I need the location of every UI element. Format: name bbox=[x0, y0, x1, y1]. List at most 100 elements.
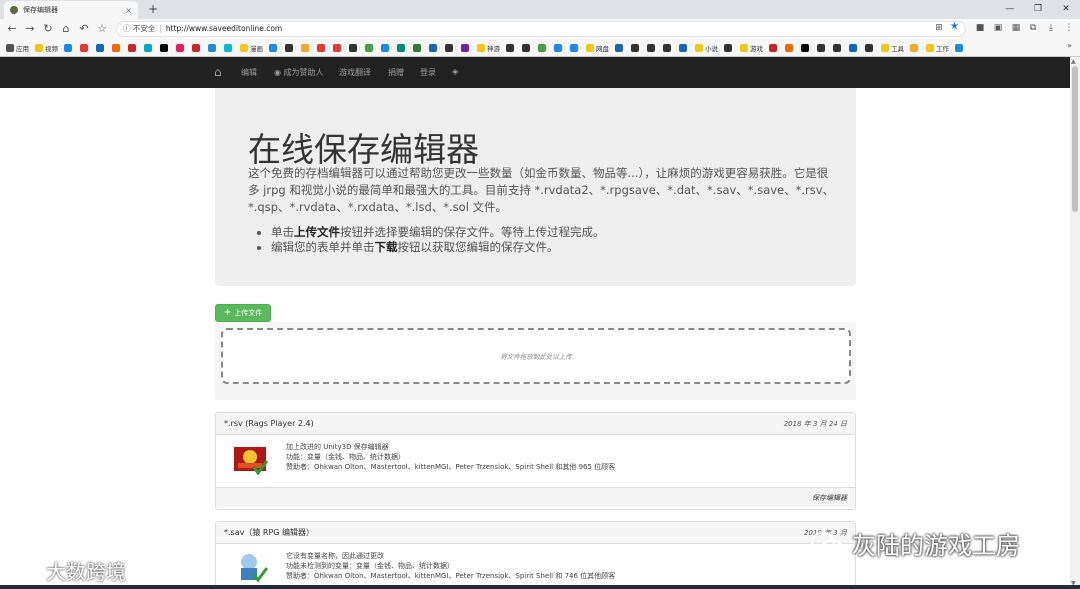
bookmark-item[interactable] bbox=[506, 43, 516, 52]
bookmark-item[interactable] bbox=[631, 43, 641, 52]
bookmark-item[interactable] bbox=[112, 43, 122, 52]
bookmark-item[interactable] bbox=[413, 43, 423, 52]
bookmark-item[interactable] bbox=[333, 43, 343, 52]
maximize-button[interactable]: ❐ bbox=[1024, 0, 1052, 19]
bookmark-item[interactable] bbox=[865, 43, 875, 52]
crop-icon[interactable]: ⧉ bbox=[1028, 23, 1038, 33]
scrollbar-thumb[interactable] bbox=[1072, 66, 1078, 212]
bookmark-favicon-icon bbox=[679, 43, 687, 52]
bookmark-item[interactable] bbox=[833, 43, 843, 52]
bookmark-item[interactable]: 神游 bbox=[477, 43, 500, 53]
bookmark-favicon-icon bbox=[833, 43, 841, 52]
bookmark-star-icon[interactable]: ☆ bbox=[94, 21, 110, 37]
eye-icon[interactable]: ◈ bbox=[452, 67, 458, 76]
menu-kebab-icon[interactable]: ⋮ bbox=[1064, 23, 1074, 33]
bookmark-item[interactable] bbox=[910, 43, 920, 52]
extension-icon[interactable]: ▦ bbox=[1011, 23, 1021, 33]
undo-icon[interactable]: ↶ bbox=[76, 21, 92, 37]
reload-icon[interactable]: ↻ bbox=[40, 21, 56, 37]
nav-link-translate[interactable]: 游戏翻译 bbox=[339, 67, 371, 78]
tab-close-icon[interactable]: × bbox=[125, 6, 132, 15]
panel-header: *.rsv (Rags Player 2.4) 2018 年 3 月 24 日 bbox=[216, 413, 855, 435]
bookmark-favicon-icon bbox=[112, 43, 120, 52]
bookmark-item[interactable] bbox=[224, 43, 234, 52]
bookmark-item[interactable] bbox=[96, 43, 106, 52]
extension-icon[interactable]: ▣ bbox=[993, 23, 1003, 33]
bookmark-item[interactable] bbox=[349, 43, 359, 52]
translate-icon[interactable]: ⊞ bbox=[934, 23, 944, 33]
bookmark-item[interactable]: 游戏 bbox=[740, 43, 763, 53]
nav-link-login[interactable]: 登录 bbox=[420, 67, 436, 78]
bookmark-item[interactable] bbox=[144, 43, 154, 52]
bookmark-item[interactable] bbox=[785, 43, 795, 52]
bookmark-item[interactable]: 小说 bbox=[695, 43, 718, 53]
browser-tab[interactable]: 保存编辑器 × bbox=[4, 1, 138, 19]
bookmark-item[interactable] bbox=[208, 43, 218, 52]
home-icon[interactable]: ⌂ bbox=[214, 65, 222, 79]
bookmark-item[interactable]: 应用 bbox=[6, 43, 29, 53]
bookmark-item[interactable]: 网盘 bbox=[586, 43, 609, 53]
bookmark-item[interactable] bbox=[554, 43, 564, 52]
save-editor-link[interactable]: 保存编辑器 bbox=[216, 487, 855, 507]
close-window-button[interactable]: ✕ bbox=[1052, 0, 1080, 19]
scroll-up-icon[interactable]: ▲ bbox=[1071, 58, 1076, 65]
page-title: 在线保存编辑器 bbox=[248, 130, 479, 169]
new-tab-button[interactable]: + bbox=[145, 1, 161, 17]
nav-link-edit[interactable]: 编辑 bbox=[241, 67, 257, 78]
bookmark-item[interactable] bbox=[647, 43, 657, 52]
bookmark-item[interactable] bbox=[301, 43, 311, 52]
back-arrow-icon[interactable]: ← bbox=[4, 21, 20, 37]
bookmark-item[interactable] bbox=[176, 43, 186, 52]
bookmark-item[interactable]: 工作 bbox=[926, 43, 949, 53]
bookmark-item[interactable] bbox=[365, 43, 375, 52]
download-icon[interactable]: ⤓ bbox=[1046, 23, 1056, 33]
folder-icon bbox=[6, 43, 14, 52]
bookmark-item[interactable] bbox=[849, 43, 859, 52]
bookmark-item[interactable] bbox=[397, 43, 407, 52]
bookmarks-more-icon[interactable]: » bbox=[1067, 41, 1072, 50]
bookmarked-star-icon[interactable]: ★ bbox=[950, 21, 959, 32]
bookmark-item[interactable]: 视频 bbox=[35, 43, 58, 53]
bookmark-item[interactable] bbox=[317, 43, 327, 52]
minimize-button[interactable]: — bbox=[996, 0, 1024, 19]
home-button-icon[interactable]: ⌂ bbox=[58, 21, 74, 37]
upload-file-button[interactable]: + 上传文件 bbox=[215, 304, 271, 322]
bookmark-item[interactable] bbox=[381, 43, 391, 52]
bookmark-item[interactable] bbox=[522, 43, 532, 52]
bookmark-item[interactable] bbox=[269, 43, 279, 52]
file-dropzone[interactable]: 将文件拖放到此处以上传 bbox=[221, 328, 851, 384]
bookmark-item[interactable] bbox=[955, 43, 965, 52]
forward-arrow-icon[interactable]: → bbox=[22, 21, 38, 37]
bookmark-item[interactable] bbox=[64, 43, 74, 52]
bookmark-item[interactable] bbox=[285, 43, 295, 52]
bookmark-item[interactable] bbox=[192, 43, 202, 52]
bookmark-item[interactable] bbox=[445, 43, 455, 52]
bookmark-item[interactable] bbox=[663, 43, 673, 52]
panel-details: 加上改进的 Unity3D 保存编辑器 功能：变量（金钱、物品、统计数据） 赞助… bbox=[286, 443, 616, 471]
address-bar[interactable]: ⓘ 不安全 | http://www.saveeditonline.com bbox=[116, 21, 966, 37]
bookmark-item[interactable] bbox=[679, 43, 689, 52]
bookmark-item[interactable] bbox=[801, 43, 811, 52]
bookmark-item[interactable] bbox=[570, 43, 580, 52]
nav-link-donate[interactable]: 捐赠 bbox=[388, 67, 404, 78]
bookmark-item[interactable] bbox=[429, 43, 439, 52]
bookmark-favicon-icon bbox=[522, 43, 530, 52]
bookmark-item[interactable] bbox=[817, 43, 827, 52]
bookmark-favicon-icon bbox=[865, 43, 873, 52]
bookmark-item[interactable] bbox=[615, 43, 625, 52]
bookmark-item[interactable] bbox=[128, 43, 138, 52]
bookmark-item[interactable] bbox=[724, 43, 734, 52]
bookmark-item[interactable] bbox=[80, 43, 90, 52]
bookmark-item[interactable] bbox=[769, 43, 779, 52]
bookmark-item[interactable]: 漫画 bbox=[240, 43, 263, 53]
bookmark-favicon-icon bbox=[769, 43, 777, 52]
bookmark-item[interactable]: 工具 bbox=[881, 43, 904, 53]
nav-link-sponsor[interactable]: ◉ 成为赞助人 bbox=[274, 67, 324, 78]
jumbotron: 在线保存编辑器 这个免费的存档编辑器可以通过帮助您更改一些数量（如金币数量、物品… bbox=[215, 88, 856, 286]
bookmark-item[interactable] bbox=[538, 43, 548, 52]
bookmark-favicon-icon bbox=[80, 43, 88, 52]
extension-icon[interactable]: ■ bbox=[975, 23, 985, 33]
bookmark-label: 网盘 bbox=[596, 44, 609, 53]
bookmark-item[interactable] bbox=[461, 43, 471, 52]
bookmark-item[interactable] bbox=[160, 43, 170, 52]
